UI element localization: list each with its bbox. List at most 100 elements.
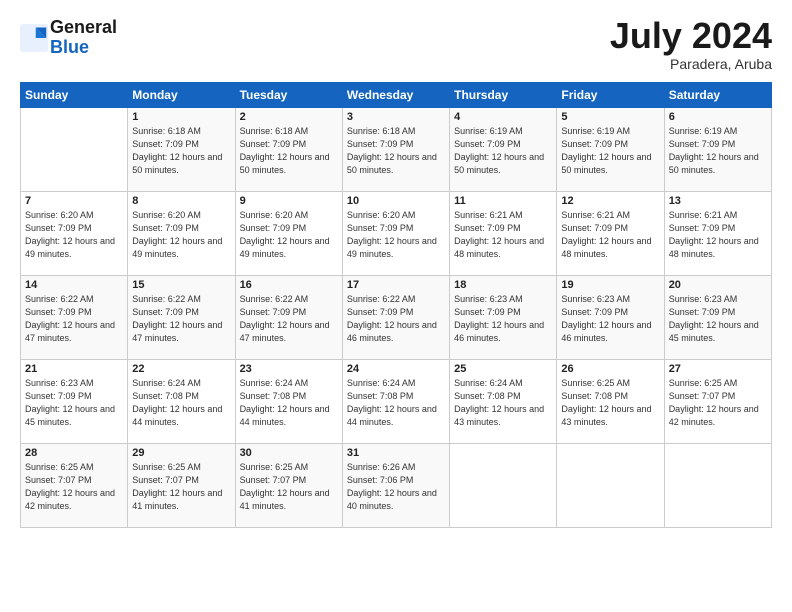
day-info: Sunrise: 6:26 AMSunset: 7:06 PMDaylight:… (347, 461, 445, 513)
day-cell: 18 Sunrise: 6:23 AMSunset: 7:09 PMDayligh… (450, 276, 557, 360)
day-number: 18 (454, 279, 552, 291)
day-info: Sunrise: 6:20 AMSunset: 7:09 PMDaylight:… (347, 209, 445, 261)
day-cell: 24Sunrise: 6:24 AMSunset: 7:08 PMDayligh… (342, 360, 449, 444)
header-cell-thursday: Thursday (450, 83, 557, 108)
day-number: 6 (669, 111, 767, 123)
day-info: Sunrise: 6:19 AMSunset: 7:09 PMDaylight:… (669, 125, 767, 177)
logo-icon (20, 24, 48, 52)
logo-text: General Blue (50, 18, 117, 58)
day-info: Sunrise: 6:24 AMSunset: 7:08 PMDaylight:… (347, 377, 445, 429)
day-cell: 4 Sunrise: 6:19 AMSunset: 7:09 PMDaylight… (450, 108, 557, 192)
day-cell: 10 Sunrise: 6:20 AMSunset: 7:09 PMDayligh… (342, 192, 449, 276)
day-cell: 5 Sunrise: 6:19 AMSunset: 7:09 PMDaylight… (557, 108, 664, 192)
day-cell: 13Sunrise: 6:21 AMSunset: 7:09 PMDayligh… (664, 192, 771, 276)
day-number: 11 (454, 195, 552, 207)
day-number: 26 (561, 363, 659, 375)
day-number: 2 (240, 111, 338, 123)
day-number: 19 (561, 279, 659, 291)
day-number: 9 (240, 195, 338, 207)
day-cell (557, 444, 664, 528)
day-cell: 11 Sunrise: 6:21 AMSunset: 7:09 PMDayligh… (450, 192, 557, 276)
day-cell: 3Sunrise: 6:18 AMSunset: 7:09 PMDaylight… (342, 108, 449, 192)
day-info: Sunrise: 6:23 AMSunset: 7:09 PMDaylight:… (25, 377, 123, 429)
location: Paradera, Aruba (610, 56, 772, 72)
week-row-4: 28 Sunrise: 6:25 AMSunset: 7:07 PMDayligh… (21, 444, 772, 528)
day-info: Sunrise: 6:24 AMSunset: 7:08 PMDaylight:… (240, 377, 338, 429)
page: General Blue July 2024 Paradera, Aruba S… (0, 0, 792, 538)
day-number: 7 (25, 195, 123, 207)
header-cell-saturday: Saturday (664, 83, 771, 108)
day-cell: 30 Sunrise: 6:25 AMSunset: 7:07 PMDayligh… (235, 444, 342, 528)
day-info: Sunrise: 6:24 AMSunset: 7:08 PMDaylight:… (454, 377, 552, 429)
logo-general: General (50, 17, 117, 37)
day-info: Sunrise: 6:22 AMSunset: 7:09 PMDaylight:… (240, 293, 338, 345)
day-cell: 8Sunrise: 6:20 AMSunset: 7:09 PMDaylight… (128, 192, 235, 276)
day-info: Sunrise: 6:21 AMSunset: 7:09 PMDaylight:… (561, 209, 659, 261)
day-number: 8 (132, 195, 230, 207)
day-info: Sunrise: 6:25 AMSunset: 7:07 PMDaylight:… (240, 461, 338, 513)
day-info: Sunrise: 6:25 AMSunset: 7:07 PMDaylight:… (25, 461, 123, 513)
day-number: 30 (240, 447, 338, 459)
day-number: 12 (561, 195, 659, 207)
week-row-3: 21Sunrise: 6:23 AMSunset: 7:09 PMDayligh… (21, 360, 772, 444)
header: General Blue July 2024 Paradera, Aruba (20, 18, 772, 72)
day-info: Sunrise: 6:18 AMSunset: 7:09 PMDaylight:… (132, 125, 230, 177)
day-cell: 15 Sunrise: 6:22 AMSunset: 7:09 PMDayligh… (128, 276, 235, 360)
day-number: 15 (132, 279, 230, 291)
day-info: Sunrise: 6:23 AMSunset: 7:09 PMDaylight:… (454, 293, 552, 345)
logo-blue: Blue (50, 37, 89, 57)
calendar-table: SundayMondayTuesdayWednesdayThursdayFrid… (20, 82, 772, 528)
day-info: Sunrise: 6:25 AMSunset: 7:07 PMDaylight:… (669, 377, 767, 429)
day-cell: 2 Sunrise: 6:18 AMSunset: 7:09 PMDaylight… (235, 108, 342, 192)
day-cell: 21Sunrise: 6:23 AMSunset: 7:09 PMDayligh… (21, 360, 128, 444)
day-number: 25 (454, 363, 552, 375)
header-row: SundayMondayTuesdayWednesdayThursdayFrid… (21, 83, 772, 108)
day-info: Sunrise: 6:19 AMSunset: 7:09 PMDaylight:… (454, 125, 552, 177)
day-cell (450, 444, 557, 528)
day-cell: 1Sunrise: 6:18 AMSunset: 7:09 PMDaylight… (128, 108, 235, 192)
day-info: Sunrise: 6:20 AMSunset: 7:09 PMDaylight:… (240, 209, 338, 261)
week-row-1: 7 Sunrise: 6:20 AMSunset: 7:09 PMDaylight… (21, 192, 772, 276)
day-number: 5 (561, 111, 659, 123)
day-cell: 9 Sunrise: 6:20 AMSunset: 7:09 PMDaylight… (235, 192, 342, 276)
day-info: Sunrise: 6:21 AMSunset: 7:09 PMDaylight:… (454, 209, 552, 261)
week-row-0: 1Sunrise: 6:18 AMSunset: 7:09 PMDaylight… (21, 108, 772, 192)
day-cell: 31 Sunrise: 6:26 AMSunset: 7:06 PMDayligh… (342, 444, 449, 528)
day-number: 23 (240, 363, 338, 375)
day-number: 4 (454, 111, 552, 123)
day-cell: 14Sunrise: 6:22 AMSunset: 7:09 PMDayligh… (21, 276, 128, 360)
day-info: Sunrise: 6:23 AMSunset: 7:09 PMDaylight:… (669, 293, 767, 345)
month-title: July 2024 (610, 18, 772, 54)
week-row-2: 14 Sunrise: 6:22 AMSunset: 7:09 PMDayligh… (21, 276, 772, 360)
day-cell (664, 444, 771, 528)
day-cell: 26 Sunrise: 6:25 AMSunset: 7:08 PMDayligh… (557, 360, 664, 444)
day-info: Sunrise: 6:19 AMSunset: 7:09 PMDaylight:… (561, 125, 659, 177)
day-cell: 29 Sunrise: 6:25 AMSunset: 7:07 PMDayligh… (128, 444, 235, 528)
header-cell-wednesday: Wednesday (342, 83, 449, 108)
day-number: 14 (25, 279, 123, 291)
day-number: 27 (669, 363, 767, 375)
day-number: 3 (347, 111, 445, 123)
day-number: 28 (25, 447, 123, 459)
day-info: Sunrise: 6:21 AMSunset: 7:09 PMDaylight:… (669, 209, 767, 261)
day-number: 22 (132, 363, 230, 375)
day-cell: 20Sunrise: 6:23 AMSunset: 7:09 PMDayligh… (664, 276, 771, 360)
day-cell: 28 Sunrise: 6:25 AMSunset: 7:07 PMDayligh… (21, 444, 128, 528)
day-info: Sunrise: 6:22 AMSunset: 7:09 PMDaylight:… (132, 293, 230, 345)
header-cell-friday: Friday (557, 83, 664, 108)
day-cell: 12 Sunrise: 6:21 AMSunset: 7:09 PMDayligh… (557, 192, 664, 276)
day-info: Sunrise: 6:18 AMSunset: 7:09 PMDaylight:… (240, 125, 338, 177)
header-cell-monday: Monday (128, 83, 235, 108)
header-cell-tuesday: Tuesday (235, 83, 342, 108)
day-info: Sunrise: 6:25 AMSunset: 7:07 PMDaylight:… (132, 461, 230, 513)
day-number: 16 (240, 279, 338, 291)
day-info: Sunrise: 6:20 AMSunset: 7:09 PMDaylight:… (25, 209, 123, 261)
day-cell: 16 Sunrise: 6:22 AMSunset: 7:09 PMDayligh… (235, 276, 342, 360)
day-number: 10 (347, 195, 445, 207)
day-cell: 25 Sunrise: 6:24 AMSunset: 7:08 PMDayligh… (450, 360, 557, 444)
day-number: 29 (132, 447, 230, 459)
day-number: 31 (347, 447, 445, 459)
header-cell-sunday: Sunday (21, 83, 128, 108)
day-cell: 7 Sunrise: 6:20 AMSunset: 7:09 PMDaylight… (21, 192, 128, 276)
day-info: Sunrise: 6:25 AMSunset: 7:08 PMDaylight:… (561, 377, 659, 429)
